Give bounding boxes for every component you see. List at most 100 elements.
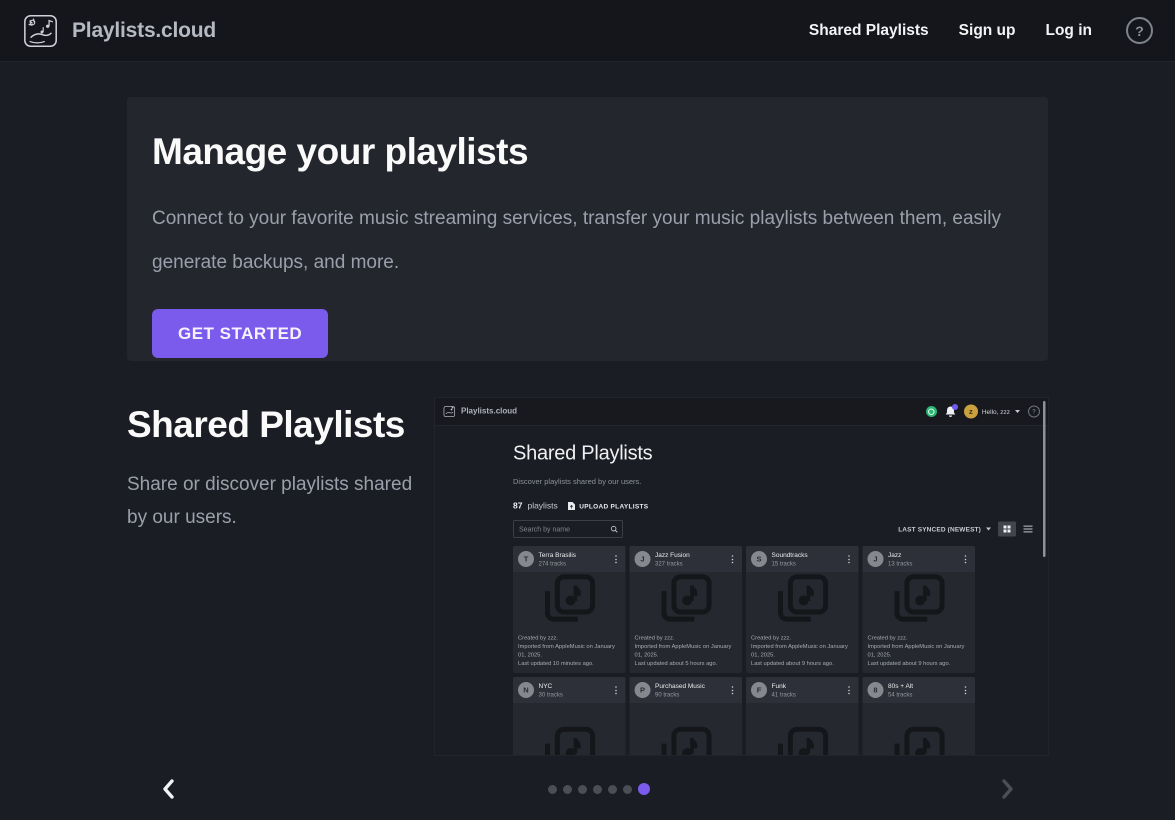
view-toggle [998, 522, 1037, 537]
search-icon[interactable] [611, 525, 619, 533]
upload-icon [568, 502, 576, 511]
chevron-down-icon [1015, 410, 1020, 413]
carousel-dot[interactable] [593, 785, 602, 794]
search-box [513, 520, 623, 538]
upload-playlists-button[interactable]: UPLOAD PLAYLISTS [568, 502, 649, 511]
playlist-count-label: playlists [527, 501, 557, 511]
get-started-button[interactable]: GET STARTED [152, 309, 328, 358]
playlist-track-count: 15 tracks [772, 560, 808, 567]
playlist-card[interactable]: N NYC 30 tracks ⋮ [513, 677, 626, 755]
preview-brand-name: Playlists.cloud [461, 407, 517, 416]
carousel-dot[interactable] [608, 785, 617, 794]
brand[interactable]: Playlists.cloud [22, 12, 216, 50]
playlist-title: Jazz [888, 551, 912, 559]
user-avatar: z [964, 405, 978, 419]
kebab-menu-icon[interactable]: ⋮ [961, 555, 970, 564]
playlist-created-by: Created by zzz. [518, 634, 621, 643]
playlist-title: Terra Brasilis [539, 551, 577, 559]
nav-link-shared-playlists[interactable]: Shared Playlists [809, 22, 929, 40]
playlist-avatar: N [518, 682, 534, 698]
grid-icon [1003, 525, 1011, 533]
playlist-title: 80s + Alt [888, 682, 913, 690]
chevron-left-icon [161, 779, 175, 799]
top-navbar: Playlists.cloud Shared Playlists Sign up… [0, 0, 1175, 62]
upload-playlists-label: UPLOAD PLAYLISTS [579, 502, 648, 510]
kebab-menu-icon[interactable]: ⋮ [961, 686, 970, 695]
playlist-created-by: Created by zzz. [635, 634, 738, 643]
carousel-dot-active[interactable] [638, 783, 650, 795]
list-icon [1024, 526, 1033, 533]
landing-page: Playlists.cloud Shared Playlists Sign up… [0, 0, 1175, 820]
playlist-avatar: J [635, 551, 651, 567]
grid-view-button[interactable] [998, 522, 1016, 537]
section-description: Share or discover playlists shared by ou… [127, 468, 427, 534]
playlist-artwork-placeholder [630, 703, 743, 755]
playlist-card[interactable]: J Jazz Fusion 327 tracks ⋮ [630, 546, 743, 673]
chevron-right-icon [1001, 779, 1015, 799]
carousel-prev-button[interactable] [151, 772, 185, 806]
nav-link-log-in[interactable]: Log in [1046, 22, 1093, 40]
playlist-title: Soundtracks [772, 551, 808, 559]
playlist-card[interactable]: F Funk 41 tracks ⋮ [746, 677, 859, 755]
kebab-menu-icon[interactable]: ⋮ [612, 555, 621, 564]
carousel-dot[interactable] [578, 785, 587, 794]
preview-scrollbar[interactable] [1043, 401, 1046, 557]
user-menu[interactable]: z Hello, zzz [964, 405, 1020, 419]
playlist-title: NYC [539, 682, 563, 690]
brand-logo-icon [22, 12, 60, 50]
playlist-avatar: S [751, 551, 767, 567]
carousel-dot[interactable] [623, 785, 632, 794]
playlist-card[interactable]: 8 80s + Alt 54 tracks ⋮ [863, 677, 976, 755]
carousel-dot[interactable] [548, 785, 557, 794]
playlist-imported-from: Imported from AppleMusic on January 01, … [518, 643, 621, 660]
playlist-last-updated: Last updated about 9 hours ago. [868, 660, 971, 669]
playlist-card[interactable]: J Jazz 13 tracks ⋮ [863, 546, 976, 673]
carousel-dot[interactable] [563, 785, 572, 794]
playlist-avatar: J [868, 551, 884, 567]
app-preview-screenshot: Playlists.cloud z Hello, zzz [435, 398, 1048, 755]
kebab-menu-icon[interactable]: ⋮ [728, 686, 737, 695]
preview-brand-logo-icon [443, 405, 456, 418]
preview-toolbar-right: LAST SYNCED (NEWEST) [898, 522, 1037, 537]
playlist-card-footer: Created by zzz. Imported from AppleMusic… [630, 630, 743, 673]
playlist-title: Jazz Fusion [655, 551, 690, 559]
sort-dropdown[interactable]: LAST SYNCED (NEWEST) [898, 525, 991, 533]
notification-badge [952, 404, 958, 410]
search-input[interactable] [518, 525, 611, 534]
playlist-card-header: F Funk 41 tracks ⋮ [746, 677, 859, 703]
playlist-card-header: J Jazz 13 tracks ⋮ [863, 546, 976, 572]
playlist-card-footer: Created by zzz. Imported from AppleMusic… [863, 630, 976, 673]
kebab-menu-icon[interactable]: ⋮ [845, 555, 854, 564]
sort-dropdown-label: LAST SYNCED (NEWEST) [898, 525, 981, 533]
list-view-button[interactable] [1019, 522, 1037, 537]
chevron-down-icon [986, 528, 991, 531]
playlist-artwork-placeholder [513, 572, 626, 630]
kebab-menu-icon[interactable]: ⋮ [612, 686, 621, 695]
kebab-menu-icon[interactable]: ⋮ [845, 686, 854, 695]
notifications-bell-icon[interactable] [945, 406, 956, 418]
kebab-menu-icon[interactable]: ⋮ [728, 555, 737, 564]
playlist-track-count: 90 tracks [655, 691, 705, 698]
playlist-avatar: P [635, 682, 651, 698]
playlist-imported-from: Imported from AppleMusic on January 01, … [635, 643, 738, 660]
preview-navbar: Playlists.cloud z Hello, zzz [435, 398, 1048, 426]
status-online-icon[interactable] [926, 406, 937, 417]
playlist-title: Funk [772, 682, 796, 690]
playlist-card[interactable]: T Terra Brasilis 274 tracks ⋮ [513, 546, 626, 673]
playlist-artwork-placeholder [513, 703, 626, 755]
nav-link-sign-up[interactable]: Sign up [959, 22, 1016, 40]
preview-help-icon[interactable]: ? [1028, 406, 1040, 418]
playlist-last-updated: Last updated about 9 hours ago. [751, 660, 854, 669]
playlist-track-count: 13 tracks [888, 560, 912, 567]
hero-title: Manage your playlists [152, 131, 1023, 173]
playlist-card[interactable]: P Purchased Music 90 tracks ⋮ [630, 677, 743, 755]
playlist-artwork-placeholder [863, 572, 976, 630]
playlist-last-updated: Last updated 10 minutes ago. [518, 660, 621, 669]
playlist-avatar: 8 [868, 682, 884, 698]
carousel-next-button[interactable] [991, 772, 1025, 806]
playlist-title: Purchased Music [655, 682, 705, 690]
playlist-card[interactable]: S Soundtracks 15 tracks ⋮ [746, 546, 859, 673]
help-icon[interactable]: ? [1126, 17, 1153, 44]
playlist-card-header: 8 80s + Alt 54 tracks ⋮ [863, 677, 976, 703]
brand-name: Playlists.cloud [72, 19, 216, 43]
